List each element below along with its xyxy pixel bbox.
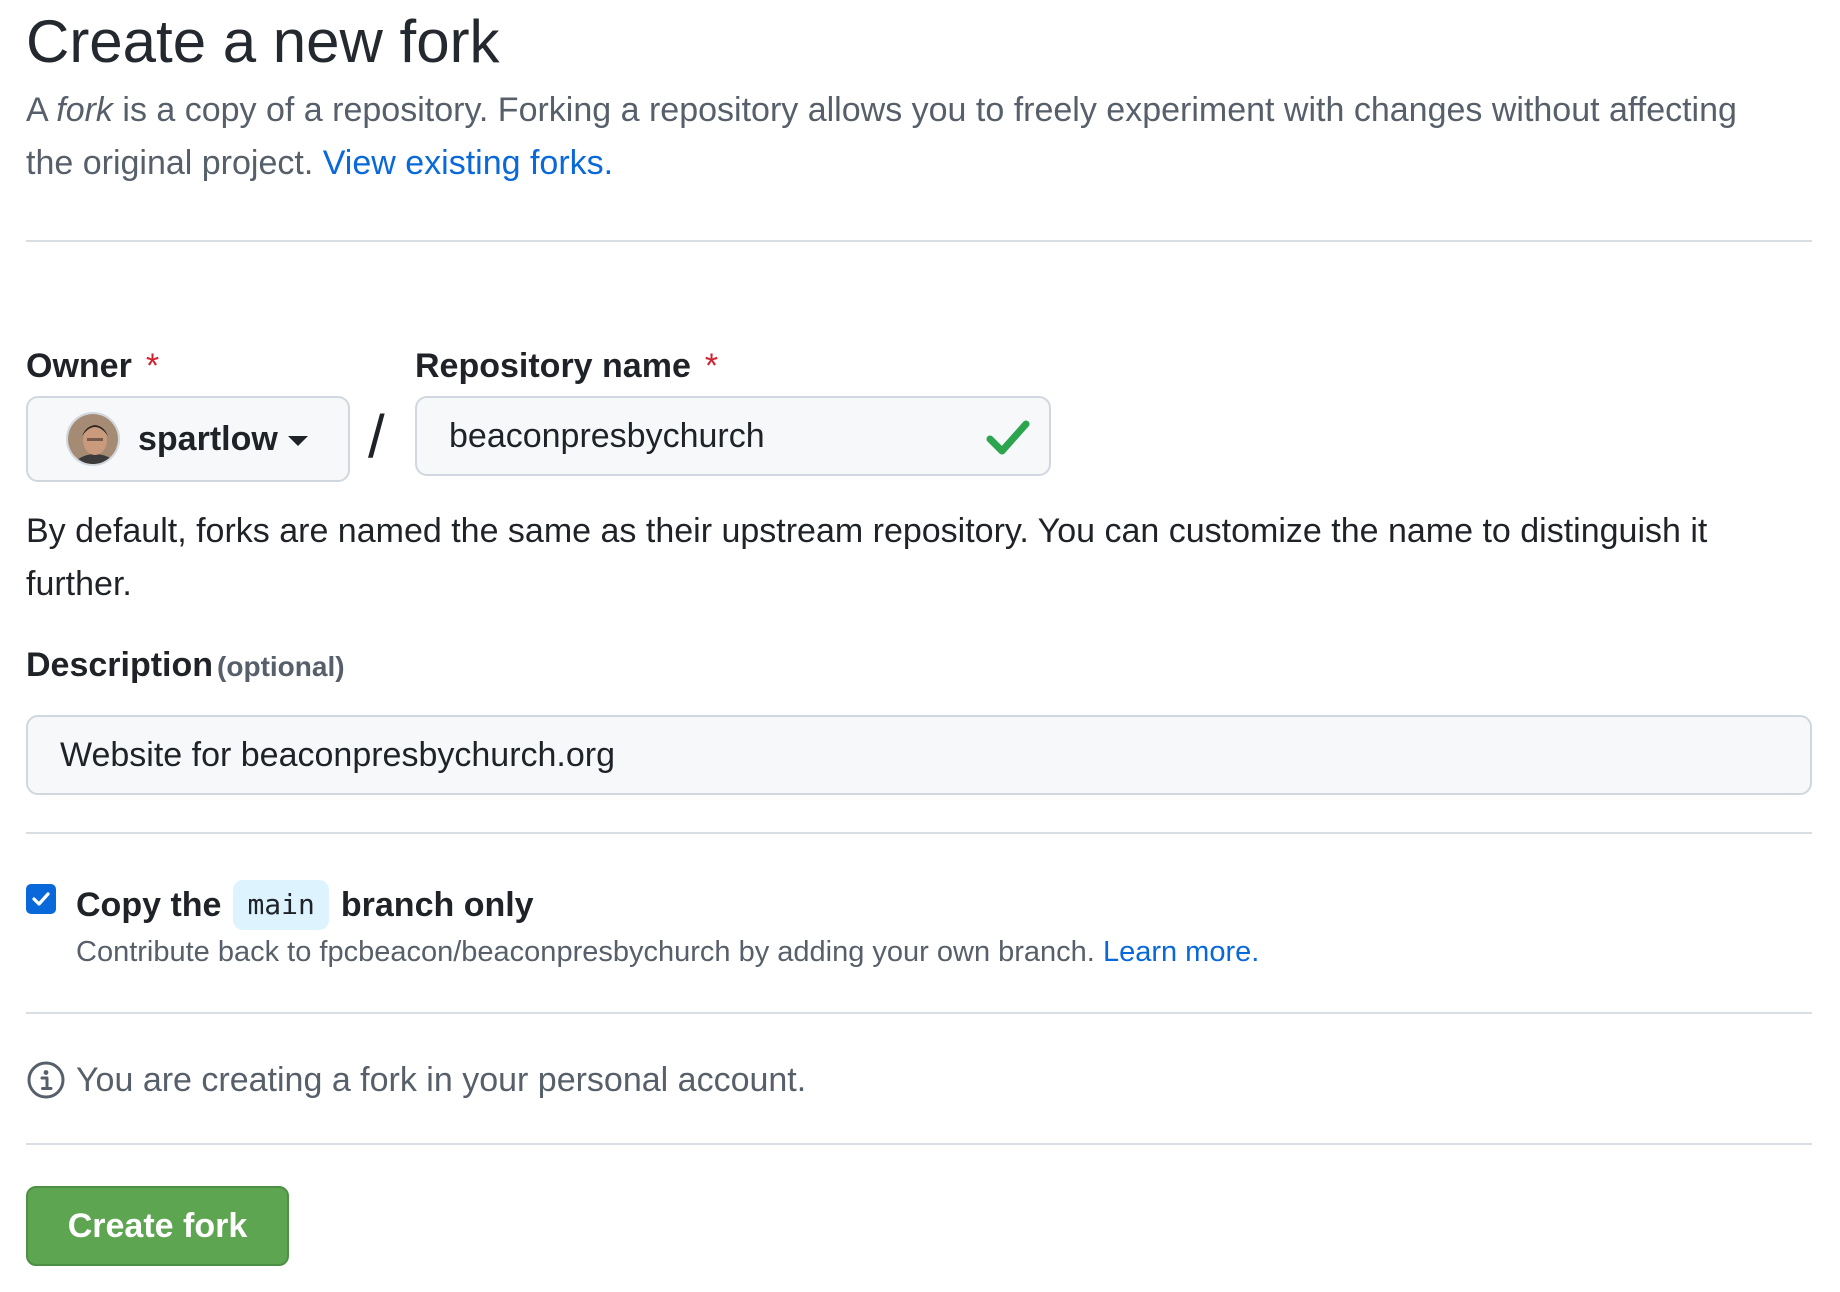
divider bbox=[26, 1143, 1812, 1145]
info-icon bbox=[27, 1061, 65, 1099]
description-input[interactable] bbox=[26, 715, 1812, 795]
branch-name-code: main bbox=[233, 880, 329, 930]
create-fork-button[interactable]: Create fork bbox=[26, 1186, 289, 1266]
repository-name-input[interactable] bbox=[415, 396, 1051, 476]
owner-dropdown-button[interactable]: spartlow bbox=[26, 396, 350, 482]
copy-branch-label: Copy the main branch only bbox=[76, 880, 534, 930]
divider bbox=[26, 240, 1812, 242]
copy-main-branch-checkbox[interactable] bbox=[26, 884, 56, 914]
view-existing-forks-link[interactable]: View existing forks. bbox=[323, 144, 613, 182]
required-asterisk: * bbox=[704, 347, 719, 385]
owner-label: Owner * bbox=[26, 347, 160, 385]
optional-tag: (optional) bbox=[217, 651, 345, 682]
intro-text: A fork is a copy of a repository. Forkin… bbox=[26, 91, 1737, 182]
personal-account-notice: You are creating a fork in your personal… bbox=[26, 1060, 806, 1100]
divider bbox=[26, 1012, 1812, 1014]
copy-branch-description: Contribute back to fpcbeacon/beaconpresb… bbox=[76, 936, 1260, 968]
owner-name: spartlow bbox=[138, 419, 278, 458]
learn-more-link[interactable]: Learn more. bbox=[1103, 936, 1259, 968]
notice-text: You are creating a fork in your personal… bbox=[76, 1060, 807, 1099]
repository-name-label: Repository name * bbox=[415, 347, 719, 385]
divider bbox=[26, 832, 1812, 834]
page-title: Create a new fork bbox=[26, 8, 500, 75]
description-label: Description (optional) bbox=[26, 646, 345, 684]
owner-repo-separator: / bbox=[368, 403, 385, 470]
required-asterisk: * bbox=[145, 347, 160, 385]
caret-down-icon bbox=[287, 436, 308, 446]
checkmark-icon bbox=[32, 892, 50, 906]
avatar bbox=[66, 412, 120, 466]
repository-name-help: By default, forks are named the same as … bbox=[26, 512, 1708, 603]
check-icon bbox=[986, 420, 1030, 455]
